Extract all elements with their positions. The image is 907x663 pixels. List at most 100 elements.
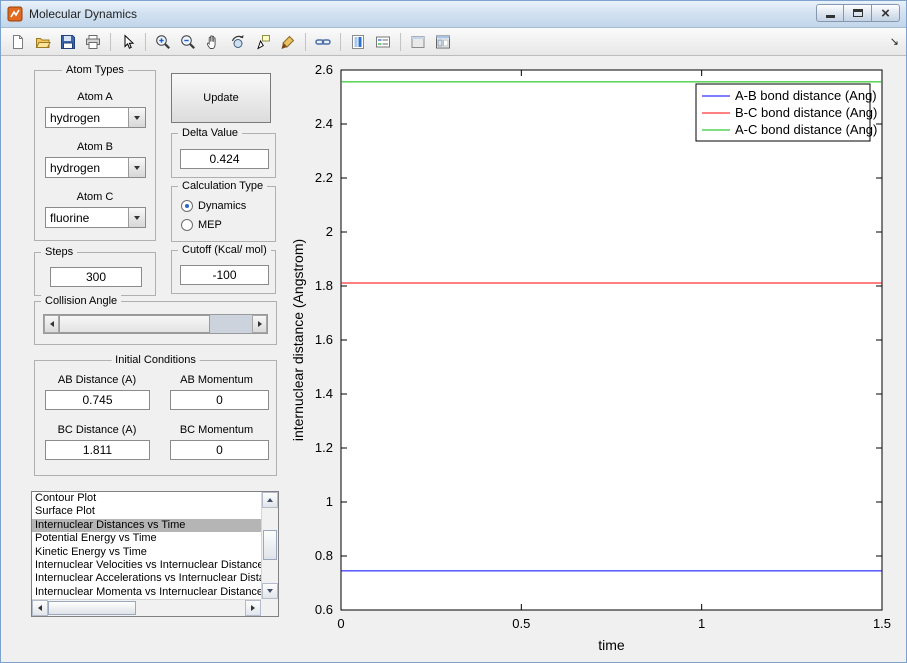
app-window: Molecular Dynamics ↘ Atom Types Atom A h… <box>0 0 907 663</box>
bc-momentum-label: BC Momentum <box>179 424 254 436</box>
save-figure-button[interactable] <box>56 30 80 54</box>
arrow-left-icon <box>38 605 42 611</box>
horizontal-scroll-track[interactable] <box>48 600 245 616</box>
vertical-scroll-thumb[interactable] <box>263 530 277 560</box>
list-item[interactable]: Kinetic Energy vs Time <box>32 546 261 559</box>
plot-type-listbox[interactable]: Contour Plot Surface Plot Internuclear Dis… <box>31 491 279 617</box>
insert-legend-button[interactable] <box>371 30 395 54</box>
list-item[interactable]: Contour Plot <box>32 492 261 505</box>
y-tick-label: 0.8 <box>315 548 333 563</box>
save-figure-icon <box>60 34 76 50</box>
vertical-scrollbar[interactable] <box>261 492 278 599</box>
rotate-3d-button[interactable] <box>226 30 250 54</box>
chevron-down-icon <box>134 215 140 220</box>
arrow-down-icon <box>267 589 273 593</box>
slider-left-arrow[interactable] <box>44 315 59 333</box>
radio-mep-label: MEP <box>198 219 222 231</box>
zoom-out-icon <box>180 34 196 50</box>
new-figure-button[interactable] <box>6 30 30 54</box>
atom-c-dropdown-button[interactable] <box>128 208 145 227</box>
toolbar-separator <box>110 32 111 51</box>
list-item[interactable]: Potential Energy vs Time <box>32 532 261 545</box>
slider-right-arrow[interactable] <box>252 315 267 333</box>
list-item[interactable]: Internuclear Velocities vs Internuclear … <box>32 559 261 572</box>
atom-b-value: hydrogen <box>50 161 101 175</box>
zoom-out-button[interactable] <box>176 30 200 54</box>
maximize-icon <box>852 9 863 17</box>
atom-c-select[interactable]: fluorine <box>45 207 146 228</box>
window-title: Molecular Dynamics <box>29 7 138 21</box>
scroll-left-button[interactable] <box>32 600 48 616</box>
list-item[interactable]: Surface Plot <box>32 505 261 518</box>
window-controls <box>816 1 900 27</box>
bc-distance-input[interactable] <box>45 440 150 460</box>
radio-dynamics[interactable]: Dynamics <box>181 200 246 212</box>
titlebar[interactable]: Molecular Dynamics <box>1 1 906 28</box>
legend-entry-label: A-B bond distance (Ang) <box>735 88 877 103</box>
hide-plot-tools-button[interactable] <box>406 30 430 54</box>
dock-figure-arrow-icon[interactable]: ↘ <box>890 35 901 48</box>
plot-canvas[interactable]: 0 0.5 1 1.5 0.6 0.8 1 1.2 1.4 1.6 1.8 2 2.2 2.4 2.6 tim… <box>286 60 907 660</box>
maximize-button[interactable] <box>844 4 872 22</box>
data-cursor-button[interactable] <box>251 30 275 54</box>
edit-plot-button[interactable] <box>116 30 140 54</box>
radio-mep[interactable]: MEP <box>181 219 222 231</box>
horizontal-scrollbar[interactable] <box>32 599 261 616</box>
y-tick-label: 0.6 <box>315 602 333 617</box>
zoom-in-button[interactable] <box>151 30 175 54</box>
x-tick-label: 0 <box>337 616 344 631</box>
scroll-up-button[interactable] <box>262 492 278 508</box>
atom-b-select[interactable]: hydrogen <box>45 157 146 178</box>
atom-a-label: Atom A <box>77 91 113 103</box>
atom-b-dropdown-button[interactable] <box>128 158 145 177</box>
delta-value-input[interactable] <box>180 149 269 169</box>
initial-conditions-title: Initial Conditions <box>111 354 200 367</box>
ab-momentum-input[interactable] <box>170 390 269 410</box>
toolbar-separator <box>340 32 341 51</box>
initial-conditions-group: Initial Conditions AB Distance (A) AB Mo… <box>34 354 277 476</box>
slider-thumb[interactable] <box>59 315 210 333</box>
pan-icon <box>205 34 221 50</box>
atom-c-label: Atom C <box>76 191 114 203</box>
insert-colorbar-icon <box>350 34 366 50</box>
ab-distance-label: AB Distance (A) <box>57 374 137 386</box>
scroll-right-button[interactable] <box>245 600 261 616</box>
minimize-icon <box>825 15 835 18</box>
open-file-button[interactable] <box>31 30 55 54</box>
ab-distance-input[interactable] <box>45 390 150 410</box>
scroll-down-button[interactable] <box>262 583 278 599</box>
app-icon <box>7 6 23 22</box>
pan-button[interactable] <box>201 30 225 54</box>
legend-entry-label: B-C bond distance (Ang) <box>735 105 877 120</box>
insert-colorbar-button[interactable] <box>346 30 370 54</box>
data-cursor-icon <box>255 34 271 50</box>
x-tick-label: 1 <box>698 616 705 631</box>
atom-a-dropdown-button[interactable] <box>128 108 145 127</box>
list-item[interactable]: Internuclear Accelerations vs Internucle… <box>32 572 261 585</box>
close-button[interactable] <box>872 4 900 22</box>
toolbar-separator <box>305 32 306 51</box>
list-item[interactable]: Internuclear Distances vs Time <box>32 518 261 533</box>
bc-momentum-input[interactable] <box>170 440 269 460</box>
close-icon <box>881 6 890 21</box>
vertical-scroll-track[interactable] <box>262 508 278 583</box>
print-figure-button[interactable] <box>81 30 105 54</box>
horizontal-scroll-thumb[interactable] <box>48 601 136 615</box>
minimize-button[interactable] <box>816 4 844 22</box>
y-tick-label: 1.4 <box>315 386 333 401</box>
show-plot-tools-dock-button[interactable] <box>431 30 455 54</box>
collision-angle-slider[interactable] <box>43 314 268 334</box>
update-button[interactable]: Update <box>171 73 271 123</box>
steps-input[interactable] <box>50 267 142 287</box>
slider-track[interactable] <box>59 315 252 333</box>
delta-value-title: Delta Value <box>178 127 243 140</box>
list-item[interactable]: Internuclear Momenta vs Internuclear Dis… <box>32 586 261 599</box>
brush-button[interactable] <box>276 30 300 54</box>
link-plot-button[interactable] <box>311 30 335 54</box>
zoom-in-icon <box>155 34 171 50</box>
y-tick-label: 2.6 <box>315 62 333 77</box>
cutoff-input[interactable] <box>180 265 269 285</box>
plot-area[interactable] <box>340 69 883 611</box>
figure-content: Atom Types Atom A hydrogen Atom B hydrog… <box>1 56 906 662</box>
atom-a-select[interactable]: hydrogen <box>45 107 146 128</box>
